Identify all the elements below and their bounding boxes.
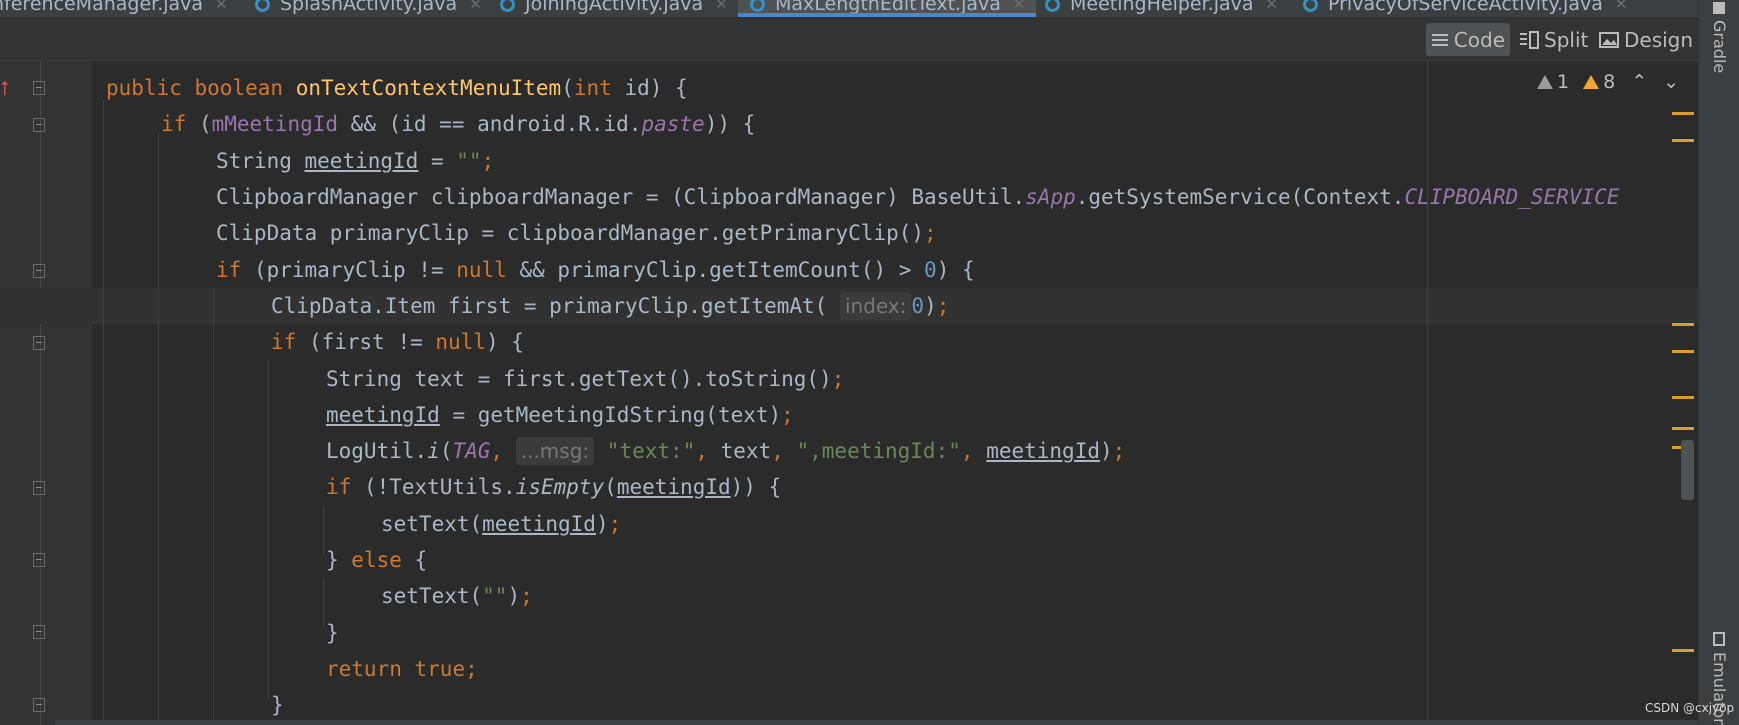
indent-guide (323, 505, 324, 555)
class-icon (750, 0, 765, 12)
design-view-button[interactable]: Design (1594, 23, 1698, 56)
emulator-icon (1713, 632, 1725, 646)
tab-privacy-of-service-activity[interactable]: PrivacyOfServiceActivity.java ✕ (1303, 0, 1627, 17)
code-line[interactable]: ClipboardManager clipboardManager = (Cli… (216, 179, 1696, 215)
warning-stripe-mark[interactable] (1672, 396, 1694, 399)
warning-stripe-mark[interactable] (1672, 112, 1694, 115)
warning-icon (1583, 75, 1600, 89)
code-line[interactable]: } else { (326, 542, 427, 578)
tab-label: SplashActivity.java (280, 0, 458, 15)
warning-stripe-mark[interactable] (1672, 427, 1694, 430)
indent-guide (323, 577, 324, 627)
indent-guide (268, 360, 269, 700)
code-line[interactable]: public boolean onTextContextMenuItem(int… (106, 70, 688, 106)
class-icon (1045, 0, 1060, 12)
fold-icon[interactable] (33, 698, 45, 712)
right-tool-window-strip: Gradle Emulator (1698, 0, 1739, 725)
parameter-hint: ...msg: (515, 437, 595, 465)
tab-label: JoiningActivity.java (525, 0, 704, 15)
code-line[interactable]: if (mMeetingId && (id == android.R.id.pa… (161, 106, 755, 142)
fold-icon[interactable] (33, 481, 45, 495)
tab-joining-activity[interactable]: JoiningActivity.java ✕ (500, 0, 728, 17)
watermark: CSDN @cxjyop (1645, 701, 1735, 715)
tab-max-length-edit-text[interactable]: MaxLengthEditText.java ✕ (738, 0, 1036, 17)
warning-stripe-mark[interactable] (1672, 323, 1694, 326)
close-icon[interactable]: ✕ (215, 0, 228, 13)
tab-label: nferenceManager.java (0, 0, 204, 15)
code-line[interactable]: } (271, 687, 284, 723)
close-icon[interactable]: ✕ (715, 0, 728, 13)
tab-label: MaxLengthEditText.java (775, 0, 1001, 15)
editor-tab-bar: nferenceManager.java ✕ SplashActivity.jav… (0, 0, 1698, 17)
fold-icon[interactable] (33, 118, 45, 132)
editor-gutter[interactable] (0, 61, 92, 725)
inspection-widget[interactable]: 1 8 ⌃ ⌄ (1537, 69, 1679, 95)
tab-conference-manager[interactable]: nferenceManager.java ✕ (0, 0, 228, 17)
code-line[interactable]: LogUtil.i(TAG, ...msg: "text:", text, ",… (326, 433, 1125, 469)
tab-meeting-helper[interactable]: MeetingHelper.java ✕ (1045, 0, 1278, 17)
split-view-button[interactable]: Split (1514, 23, 1593, 56)
code-view-button[interactable]: Code (1426, 23, 1510, 56)
tab-label: PrivacyOfServiceActivity.java (1328, 0, 1603, 15)
overrides-method-icon[interactable]: ⭡ (0, 76, 9, 100)
weak-warning-count: 1 (1557, 71, 1570, 93)
fold-icon[interactable] (33, 625, 45, 639)
split-view-label: Split (1544, 27, 1589, 52)
indent-guide (103, 100, 104, 725)
gradle-icon (1713, 2, 1725, 14)
tab-splash-activity[interactable]: SplashActivity.java ✕ (255, 0, 482, 17)
warning-stripe-mark[interactable] (1672, 139, 1694, 142)
close-icon[interactable]: ✕ (469, 0, 482, 13)
chevron-up-icon[interactable]: ⌃ (1631, 71, 1647, 93)
code-line[interactable]: meetingId = getMeetingIdString(text); (326, 397, 794, 433)
weak-warning-icon (1537, 75, 1553, 89)
code-line[interactable]: ClipData primaryClip = clipboardManager.… (216, 215, 937, 251)
code-view-label: Code (1453, 27, 1505, 52)
design-view-label: Design (1624, 27, 1694, 52)
fold-icon[interactable] (33, 553, 45, 567)
close-icon[interactable]: ✕ (1615, 0, 1628, 13)
code-line[interactable]: return true; (326, 651, 478, 687)
class-icon (255, 0, 270, 12)
code-line[interactable]: String meetingId = ""; (216, 143, 494, 179)
fold-icon[interactable] (33, 81, 45, 95)
vertical-scrollbar-thumb[interactable] (1681, 440, 1694, 500)
gradle-tool-button[interactable]: Gradle (1710, 2, 1729, 73)
code-line[interactable]: if (!TextUtils.isEmpty(meetingId)) { (326, 469, 781, 505)
fold-icon[interactable] (33, 336, 45, 350)
class-icon (500, 0, 515, 12)
code-line[interactable]: ClipData.Item first = primaryClip.getIte… (271, 288, 949, 324)
warning-count: 8 (1603, 71, 1616, 93)
fold-icon[interactable] (33, 264, 45, 278)
split-view-icon (1520, 30, 1539, 49)
design-view-icon (1599, 31, 1619, 48)
close-icon[interactable]: ✕ (1266, 0, 1279, 13)
indent-guide (158, 134, 159, 725)
warning-stripe-mark[interactable] (1672, 350, 1694, 353)
code-view-icon (1432, 33, 1448, 46)
class-icon (1303, 0, 1318, 12)
code-line[interactable]: if (first != null) { (271, 324, 524, 360)
code-line[interactable]: if (primaryClip != null && primaryClip.g… (216, 252, 975, 288)
code-line[interactable]: setText(meetingId); (381, 506, 621, 542)
right-margin-guide (1427, 61, 1428, 725)
chevron-down-icon[interactable]: ⌄ (1663, 71, 1679, 93)
close-icon[interactable]: ✕ (1013, 0, 1026, 13)
horizontal-scrollbar[interactable] (55, 720, 1698, 725)
code-line[interactable]: } (326, 615, 339, 651)
code-line[interactable]: String text = first.getText().toString()… (326, 361, 844, 397)
indent-guide (213, 288, 214, 725)
warning-stripe-mark[interactable] (1672, 649, 1694, 652)
parameter-hint: index: (839, 292, 912, 320)
code-line[interactable]: setText(""); (381, 578, 533, 614)
tab-label: MeetingHelper.java (1070, 0, 1254, 15)
